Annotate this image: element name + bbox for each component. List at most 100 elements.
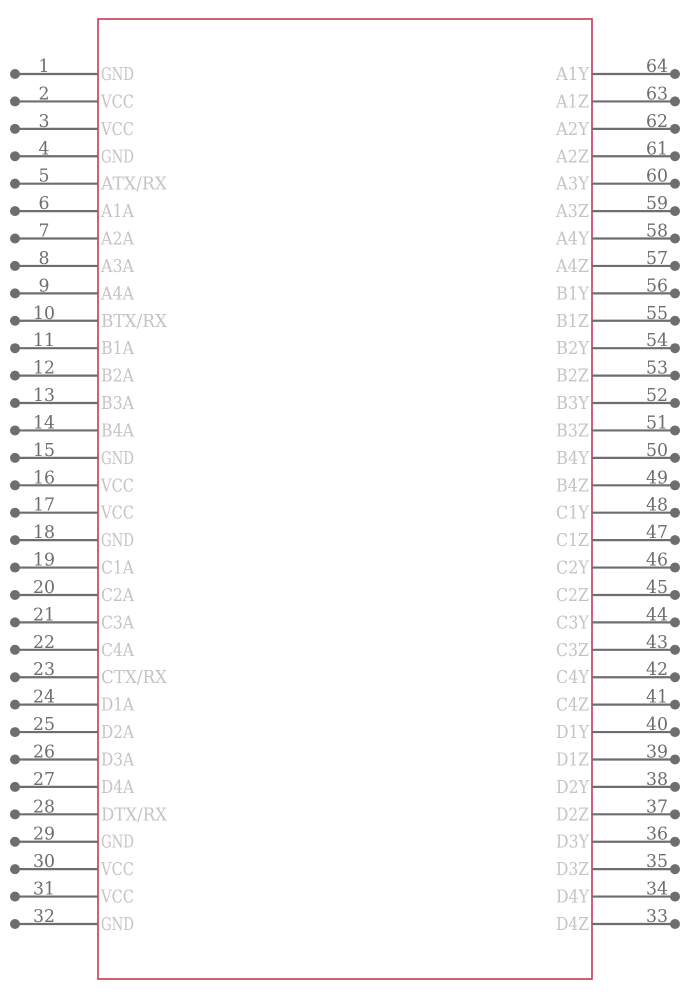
- pin-name-label: B2Y: [556, 338, 590, 359]
- pin-endpoint-dot: [670, 617, 680, 628]
- pin-endpoint-dot: [10, 452, 20, 463]
- pin-number: 50: [646, 440, 668, 461]
- pin-number: 42: [646, 659, 668, 680]
- pin-number: 46: [646, 550, 668, 571]
- pin-name-label: C1Z: [556, 530, 589, 551]
- pin-endpoint-dot: [670, 288, 680, 299]
- pin-number: 18: [33, 522, 55, 543]
- pin-endpoint-dot: [10, 507, 20, 518]
- pin-name-label: GND: [101, 914, 134, 935]
- pin-name-label: ATX/RX: [100, 174, 167, 195]
- pin-name-label: B1A: [101, 338, 135, 359]
- pin-endpoint-dot: [670, 589, 680, 600]
- pin-number: 21: [33, 604, 55, 625]
- pin-endpoint-dot: [10, 727, 20, 738]
- pin-endpoint-dot: [10, 535, 20, 546]
- pin-endpoint-dot: [10, 260, 20, 271]
- pin-name-label: GND: [101, 530, 134, 551]
- pin-name-label: A3Y: [555, 174, 590, 195]
- pin-number: 29: [33, 824, 55, 845]
- pin-number: 37: [646, 796, 668, 817]
- pin-endpoint-dot: [10, 836, 20, 847]
- pin-number: 3: [39, 111, 50, 132]
- pin-number: 57: [646, 248, 668, 269]
- pin-endpoint-dot: [10, 151, 20, 162]
- pin-name-label: A3Z: [555, 201, 589, 222]
- pin-number: 58: [646, 221, 668, 242]
- pin-number: 22: [33, 632, 55, 653]
- pin-number: 7: [39, 221, 50, 242]
- pin-endpoint-dot: [10, 178, 20, 189]
- pin-name-label: GND: [101, 832, 134, 853]
- pin-endpoint-dot: [10, 69, 20, 79]
- pin-name-label: A1Y: [555, 64, 590, 85]
- pin-name-label: VCC: [100, 91, 134, 112]
- pin-name-label: A4Y: [555, 229, 590, 250]
- pin-number: 11: [33, 330, 55, 351]
- pin-name-label: A2Y: [555, 119, 590, 140]
- pin-endpoint-dot: [10, 425, 20, 436]
- pin-name-label: B3Y: [556, 393, 590, 414]
- pin-name-label: D4Z: [556, 914, 589, 935]
- pin-endpoint-dot: [10, 123, 20, 134]
- pin-number: 9: [39, 275, 50, 296]
- pin-number: 56: [646, 275, 668, 296]
- pin-name-label: A1A: [100, 201, 135, 222]
- pin-endpoint-dot: [10, 315, 20, 326]
- pin-endpoint-dot: [10, 288, 20, 299]
- pin-name-label: D1Z: [556, 749, 589, 770]
- pin-name-label: GND: [101, 448, 134, 469]
- pin-endpoint-dot: [10, 699, 20, 710]
- pin-number: 10: [33, 303, 55, 324]
- pin-number: 51: [646, 412, 668, 433]
- pin-name-label: D4Y: [556, 887, 590, 908]
- pin-endpoint-dot: [10, 398, 20, 409]
- pin-number: 14: [33, 412, 55, 433]
- pin-name-label: A2Z: [555, 146, 589, 167]
- pin-number: 62: [646, 111, 668, 132]
- pin-name-label: B4A: [101, 420, 135, 441]
- pin-name-label: C3Y: [556, 612, 590, 633]
- pin-number: 17: [33, 495, 55, 516]
- pin-number: 19: [33, 550, 55, 571]
- pin-name-label: C2A: [101, 585, 135, 606]
- pin-number: 44: [646, 604, 668, 625]
- pin-number: 1: [39, 56, 50, 77]
- pin-number: 49: [646, 467, 668, 488]
- pin-endpoint-dot: [670, 178, 680, 189]
- pin-name-label: C3Z: [556, 640, 589, 661]
- pin-name-label: B1Y: [556, 283, 590, 304]
- pin-number: 45: [646, 577, 668, 598]
- pin-endpoint-dot: [10, 589, 20, 600]
- pin-name-label: A1Z: [555, 91, 589, 112]
- pin-endpoint-dot: [670, 452, 680, 463]
- pin-endpoint-dot: [670, 260, 680, 271]
- pin-endpoint-dot: [670, 754, 680, 765]
- pin-endpoint-dot: [670, 69, 680, 79]
- pin-name-label: D3Z: [556, 859, 589, 880]
- pin-endpoint-dot: [670, 206, 680, 217]
- pin-endpoint-dot: [10, 644, 20, 655]
- pin-number: 43: [646, 632, 668, 653]
- pin-endpoint-dot: [670, 480, 680, 491]
- pin-name-label: B4Z: [556, 475, 589, 496]
- pin-endpoint-dot: [10, 562, 20, 573]
- pin-number: 4: [39, 138, 50, 159]
- pin-name-label: C4Z: [556, 695, 589, 716]
- pin-number: 6: [39, 193, 50, 214]
- pin-number: 39: [646, 741, 668, 762]
- schematic-symbol: 1 GND 2 VCC 3 VCC 4 GND 5 ATX/RX 6 A1A 7 A2A 8 A3A 9 A4A 1…: [10, 18, 680, 980]
- pin-name-label: C4Y: [556, 667, 590, 688]
- pin-number: 59: [646, 193, 668, 214]
- pin-endpoint-dot: [670, 781, 680, 792]
- component-body: [97, 18, 593, 980]
- pin-endpoint-dot: [670, 233, 680, 244]
- pin-name-label: D3Y: [556, 832, 590, 853]
- pin-name-label: B3A: [101, 393, 135, 414]
- pin-endpoint-dot: [10, 809, 20, 820]
- pin-number: 33: [646, 906, 668, 927]
- pin-number: 34: [646, 879, 668, 900]
- pin-number: 16: [33, 467, 55, 488]
- pin-number: 53: [646, 358, 668, 379]
- pin-endpoint-dot: [670, 370, 680, 381]
